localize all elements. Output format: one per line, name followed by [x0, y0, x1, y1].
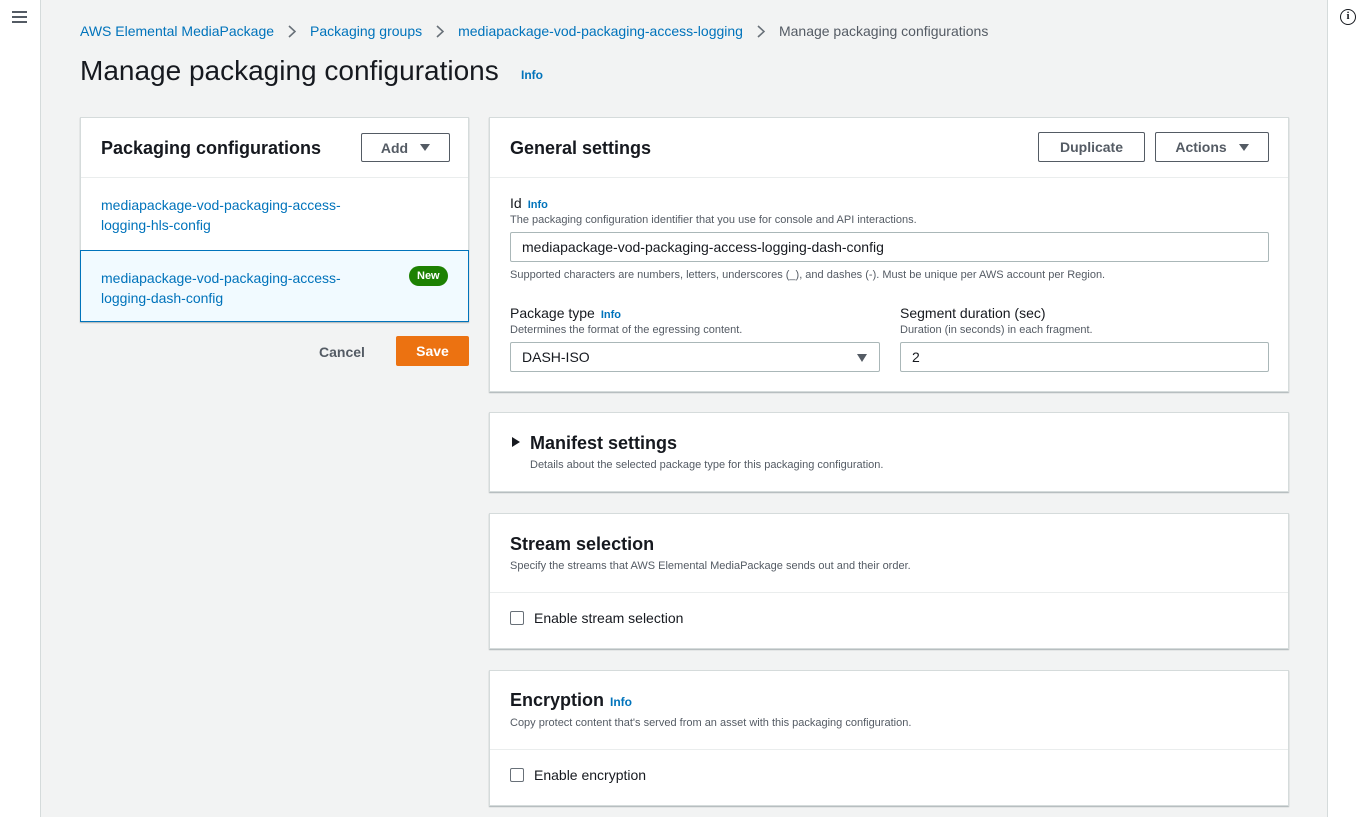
package-type-value: DASH-ISO: [522, 349, 590, 365]
encryption-title: Encryption: [510, 690, 605, 710]
stream-selection-description: Specify the streams that AWS Elemental M…: [510, 560, 911, 572]
segment-duration-field[interactable]: 2: [900, 342, 1269, 372]
id-field[interactable]: mediapackage-vod-packaging-access-loggin…: [510, 232, 1269, 262]
manifest-settings-title[interactable]: Manifest settings: [530, 433, 677, 454]
encryption-header: Encryption Info Copy protect content that…: [490, 671, 1288, 750]
segment-duration-label: Segment duration (sec): [900, 305, 1046, 321]
chevron-right-icon: [757, 24, 765, 38]
chevron-right-icon: [288, 24, 297, 38]
breadcrumb-packaging-groups[interactable]: Packaging groups: [310, 23, 422, 39]
package-type-description: Determines the format of the egressing c…: [510, 324, 743, 336]
stream-selection-header: Stream selection Specify the streams tha…: [490, 514, 1288, 593]
general-settings-header: General settings Duplicate Actions: [490, 118, 1288, 178]
segment-duration-description: Duration (in seconds) in each fragment.: [900, 324, 1093, 336]
config-list-item[interactable]: mediapackage-vod-packaging-access-loggin…: [81, 178, 470, 250]
add-button-label: Add: [380, 139, 409, 156]
enable-stream-selection-label: Enable stream selection: [534, 610, 684, 626]
enable-stream-selection-checkbox[interactable]: [510, 611, 524, 625]
manifest-settings-card: Manifest settings Details about the sele…: [489, 412, 1289, 492]
config-link-hls[interactable]: mediapackage-vod-packaging-access-loggin…: [101, 195, 371, 235]
package-type-select[interactable]: DASH-ISO: [510, 342, 880, 372]
encryption-info-link[interactable]: Info: [610, 695, 632, 709]
manifest-settings-description: Details about the selected package type …: [530, 459, 884, 471]
menu-icon[interactable]: [12, 11, 27, 23]
panel-header: Packaging configurations Add: [81, 118, 468, 178]
page-info-link[interactable]: Info: [521, 68, 543, 82]
cancel-button[interactable]: Cancel: [310, 339, 374, 364]
id-constraint-text: Supported characters are numbers, letter…: [510, 269, 1106, 281]
enable-encryption-label: Enable encryption: [534, 767, 647, 783]
id-label: Id: [510, 195, 522, 211]
package-type-info-link[interactable]: Info: [601, 309, 621, 321]
info-panel-icon[interactable]: i: [1340, 9, 1356, 25]
config-link-dash[interactable]: mediapackage-vod-packaging-access-loggin…: [101, 268, 371, 308]
package-type-label-row: Package type Info: [510, 305, 621, 323]
panel-title: Packaging configurations: [101, 138, 322, 158]
enable-encryption-checkbox[interactable]: [510, 768, 524, 782]
encryption-card: Encryption Info Copy protect content that…: [489, 670, 1289, 806]
duplicate-button[interactable]: Duplicate: [1038, 132, 1145, 162]
general-settings-title: General settings: [510, 138, 652, 158]
encryption-description: Copy protect content that's served from …: [510, 717, 912, 729]
stream-selection-card: Stream selection Specify the streams tha…: [489, 513, 1289, 649]
enable-encryption-row[interactable]: Enable encryption: [510, 767, 646, 783]
page-title: Manage packaging configurations: [80, 55, 499, 86]
packaging-configurations-panel: Packaging configurations Add mediapackag…: [80, 117, 469, 322]
caret-down-icon: [857, 354, 867, 362]
breadcrumb-current: Manage packaging configurations: [778, 23, 989, 39]
left-nav-rail: [0, 0, 41, 817]
general-settings-card: General settings Duplicate Actions Id Inf…: [489, 117, 1289, 392]
config-list-item-selected[interactable]: mediapackage-vod-packaging-access-loggin…: [80, 250, 469, 322]
encryption-title-row: Encryption Info: [510, 690, 632, 711]
enable-stream-selection-row[interactable]: Enable stream selection: [510, 610, 683, 626]
chevron-right-icon: [436, 24, 445, 38]
id-description: The packaging configuration identifier t…: [510, 214, 917, 226]
expand-triangle-icon[interactable]: [512, 437, 520, 447]
breadcrumb: AWS Elemental MediaPackage Packaging gro…: [80, 23, 988, 39]
new-badge: New: [409, 266, 448, 286]
right-tools-rail: i: [1327, 0, 1368, 817]
package-type-label: Package type: [510, 305, 595, 321]
id-label-row: Id Info: [510, 195, 548, 213]
stream-selection-title: Stream selection: [510, 534, 655, 554]
caret-down-icon: [420, 144, 431, 151]
breadcrumb-mediapackage[interactable]: AWS Elemental MediaPackage: [80, 23, 274, 39]
breadcrumb-packaging-group[interactable]: mediapackage-vod-packaging-access-loggin…: [458, 23, 743, 39]
add-button[interactable]: Add: [361, 133, 450, 162]
id-info-link[interactable]: Info: [528, 199, 548, 211]
actions-button-label: Actions: [1175, 139, 1227, 155]
save-button[interactable]: Save: [396, 336, 469, 366]
actions-button[interactable]: Actions: [1155, 132, 1269, 162]
caret-down-icon: [1238, 143, 1249, 151]
